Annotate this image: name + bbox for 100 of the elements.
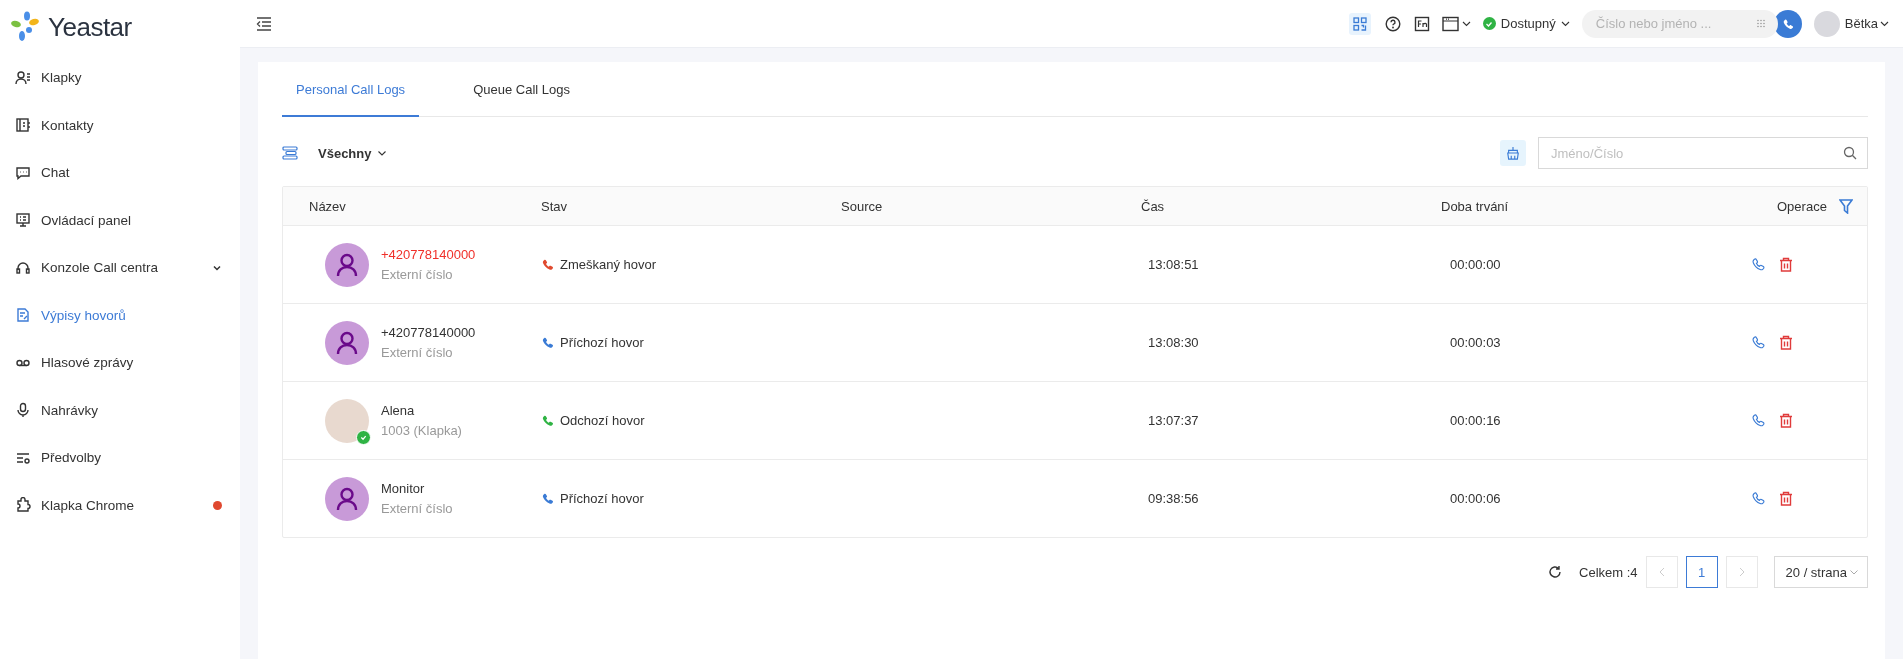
user-avatar	[1813, 10, 1840, 37]
call-back-button[interactable]	[1751, 491, 1765, 506]
phone-icon	[1751, 335, 1765, 349]
table-cell-text: 13:07:37	[1147, 413, 1200, 428]
filter-icon[interactable]	[1839, 198, 1853, 214]
person-icon	[336, 486, 358, 511]
delete-button[interactable]	[1779, 335, 1793, 350]
tab[interactable]: Personal Call Logs	[282, 64, 420, 117]
trash-icon	[1779, 257, 1793, 272]
check-icon	[360, 433, 367, 441]
menu-item-icon	[15, 402, 31, 419]
sidebar-item[interactable]: Klapka Chrome	[0, 481, 240, 529]
call-back-button[interactable]	[1751, 335, 1765, 350]
page-button[interactable]: 1	[1685, 556, 1718, 588]
trash-icon	[1779, 491, 1793, 506]
contact-name: +420778140000	[381, 325, 476, 340]
phone-icon	[541, 336, 554, 349]
table-cell-text: 00:00:06	[1449, 491, 1502, 506]
call-status: Příchozí hovor	[560, 335, 644, 350]
delete-button[interactable]	[1779, 491, 1793, 506]
table-cell-text: 00:00:03	[1449, 335, 1502, 350]
refresh-icon	[1548, 565, 1563, 579]
contact-detail: Externí číslo	[381, 345, 454, 360]
chevron-down-icon	[377, 148, 388, 158]
column-header: Stav	[541, 198, 568, 214]
person-icon	[336, 252, 358, 277]
chevron-down-icon	[1461, 19, 1471, 28]
help-icon	[1384, 15, 1401, 32]
page-size-dropdown[interactable]: 20 / strana	[1773, 556, 1868, 588]
call-back-button[interactable]	[1751, 413, 1765, 428]
search-icon	[1843, 146, 1857, 160]
clear-button[interactable]	[1500, 140, 1526, 166]
list-filter-icon	[282, 146, 298, 160]
sidebar-item[interactable]: Hlasové zprávy	[0, 339, 240, 387]
qr-code-button[interactable]	[1348, 12, 1371, 35]
column-header: Doba trvání	[1441, 198, 1510, 214]
phone-icon	[1751, 257, 1765, 271]
logo-icon	[8, 10, 42, 44]
layout-button[interactable]	[1441, 15, 1471, 32]
menu-item-icon	[15, 164, 31, 181]
phone-icon	[541, 258, 554, 271]
menu-item-icon	[15, 69, 31, 86]
menu-item-icon	[15, 307, 31, 324]
phone-icon	[541, 492, 554, 505]
menu-item-icon	[15, 117, 31, 134]
table-cell-text: 09:38:56	[1147, 491, 1200, 506]
call-type-dropdown[interactable]: Všechny	[318, 145, 388, 161]
table-cell-text: 00:00:16	[1449, 413, 1502, 428]
chevron-right-icon	[1737, 567, 1746, 577]
dial-search-field[interactable]: Číslo nebo jméno ...	[1581, 9, 1778, 38]
chevron-left-icon	[1657, 567, 1666, 577]
function-keys-button[interactable]	[1413, 15, 1430, 32]
sidebar-item[interactable]: Chat	[0, 149, 240, 197]
sidebar-item[interactable]: Kontakty	[0, 101, 240, 149]
user-menu-button[interactable]: Bětka	[1844, 16, 1889, 31]
column-header: Čas	[1141, 198, 1166, 214]
chevron-down-icon	[1849, 567, 1859, 577]
column-header: Source	[841, 198, 884, 214]
contact-detail: 1003 (Klapka)	[381, 423, 462, 438]
table-cell-text: 13:08:30	[1147, 335, 1200, 350]
collapse-menu-button[interactable]	[256, 16, 272, 31]
contact-name: Alena	[381, 403, 416, 418]
contact-detail: Externí číslo	[381, 267, 454, 282]
presence-status-dropdown[interactable]: Dostupný	[1482, 16, 1570, 31]
sidebar-item[interactable]: Výpisy hovorů	[0, 291, 240, 339]
window-icon	[1441, 15, 1459, 32]
table-cell-text: 13:08:51	[1147, 257, 1200, 272]
trash-icon	[1779, 335, 1793, 350]
fn-key-icon	[1413, 15, 1430, 32]
table-cell-text: 00:00:00	[1449, 257, 1502, 272]
call-back-button[interactable]	[1751, 257, 1765, 272]
menu-item-icon	[15, 259, 31, 276]
trash-icon	[1779, 413, 1793, 428]
phone-icon	[1751, 491, 1765, 505]
help-button[interactable]	[1384, 15, 1401, 32]
sidebar-item[interactable]: Ovládací panel	[0, 196, 240, 244]
qr-code-icon	[1352, 16, 1367, 31]
sidebar-item[interactable]: Konzole Call centra	[0, 244, 240, 292]
contact-name: Monitor	[381, 481, 426, 496]
delete-button[interactable]	[1779, 413, 1793, 428]
menu-item-icon	[15, 497, 31, 514]
column-header: Název	[308, 198, 347, 214]
call-status: Odchozí hovor	[560, 413, 645, 428]
phone-icon	[1781, 17, 1794, 30]
call-status: Příchozí hovor	[560, 491, 644, 506]
sidebar-item[interactable]: Klapky	[0, 54, 240, 102]
sidebar-item[interactable]: Předvolby	[0, 434, 240, 482]
column-header: Operace	[1776, 198, 1827, 214]
chevron-down-icon	[1880, 19, 1889, 28]
menu-collapse-icon	[256, 16, 272, 31]
total-count: Celkem :4	[1579, 564, 1638, 580]
phone-icon	[541, 414, 554, 427]
person-icon	[336, 330, 358, 355]
contact-detail: Externí číslo	[381, 501, 453, 516]
contact-name: +420778140000	[381, 247, 476, 262]
sidebar-item[interactable]: Nahrávky	[0, 386, 240, 434]
search-field[interactable]: Jméno/Číslo	[1538, 137, 1868, 169]
menu-item-icon	[15, 212, 31, 229]
tab[interactable]: Queue Call Logs	[459, 64, 584, 117]
delete-button[interactable]	[1779, 257, 1793, 272]
